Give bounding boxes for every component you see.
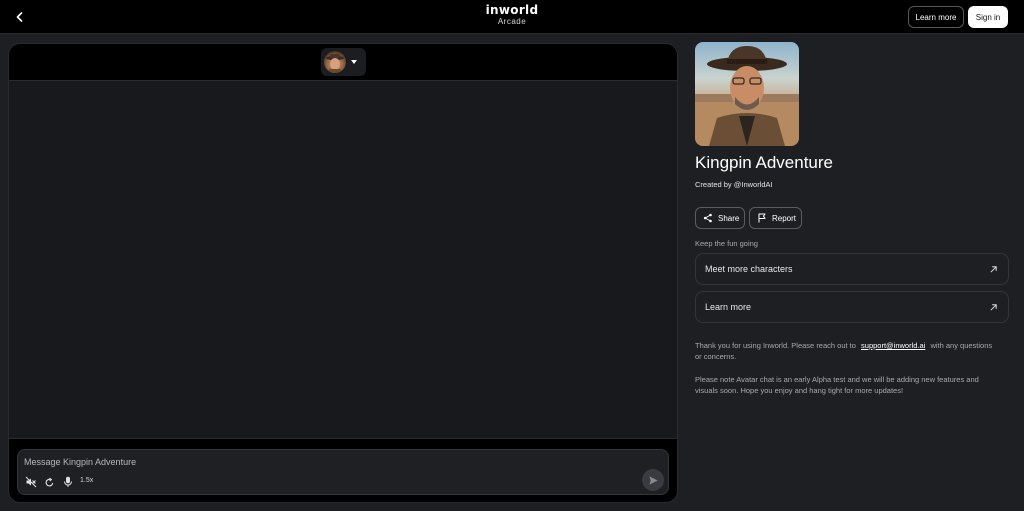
link-label: Meet more characters: [705, 264, 793, 274]
chat-panel: 1.5x: [8, 43, 678, 503]
top-bar: inworld Arcade Learn more Sign in: [0, 0, 1024, 34]
link-label: Learn more: [705, 302, 752, 312]
mute-button[interactable]: [24, 475, 38, 489]
support-note: Thank you for using Inworld. Please reac…: [695, 340, 995, 362]
message-input[interactable]: [24, 454, 624, 470]
chat-messages-area: [9, 81, 677, 438]
refresh-icon: [45, 477, 53, 486]
learn-more-link[interactable]: Learn more: [695, 291, 1009, 323]
back-icon: [16, 12, 23, 22]
microphone-icon: [64, 476, 72, 487]
share-button[interactable]: Share: [695, 207, 745, 229]
back-button[interactable]: [10, 7, 30, 27]
microphone-button[interactable]: [61, 475, 75, 489]
character-portrait: [695, 42, 799, 146]
chat-header: [9, 44, 677, 81]
character-name: Kingpin Adventure: [695, 153, 833, 172]
report-button[interactable]: Report: [749, 207, 802, 229]
alpha-note: Please note Avatar chat is an early Alph…: [695, 375, 979, 395]
send-icon: [648, 475, 658, 485]
arrow-up-right-icon: [990, 265, 997, 273]
learn-more-button[interactable]: Learn more: [908, 6, 964, 28]
share-icon: [703, 213, 712, 223]
speaker-muted-icon: [25, 476, 37, 488]
meet-more-characters-link[interactable]: Meet more characters: [695, 253, 1009, 285]
logo-wordmark: inworld: [485, 3, 539, 17]
inworld-logo[interactable]: inworld Arcade: [470, 3, 554, 27]
support-note-prefix: Thank you for using Inworld. Please reac…: [695, 341, 856, 350]
avatar: [324, 51, 346, 73]
character-selector[interactable]: [321, 48, 366, 76]
support-email-link[interactable]: support@inworld.ai: [861, 341, 925, 350]
chat-composer: 1.5x: [9, 438, 677, 502]
flag-icon: [758, 213, 766, 223]
send-button[interactable]: [642, 469, 664, 491]
character-info-panel: Kingpin Adventure Created by @InworldAI …: [695, 42, 1009, 395]
report-label: Report: [772, 213, 797, 223]
share-label: Share: [718, 213, 740, 223]
speed-toggle[interactable]: 1.5x: [80, 477, 93, 484]
chevron-down-icon: [351, 60, 357, 64]
sign-in-button[interactable]: Sign in: [968, 6, 1008, 28]
creator-label: Created by @InworldAI: [695, 180, 773, 189]
arrow-up-right-icon: [990, 303, 997, 311]
keep-fun-label: Keep the fun going: [695, 239, 758, 248]
logo-subtitle: Arcade: [497, 17, 527, 26]
message-box: 1.5x: [17, 449, 669, 495]
reset-button[interactable]: [42, 475, 56, 489]
